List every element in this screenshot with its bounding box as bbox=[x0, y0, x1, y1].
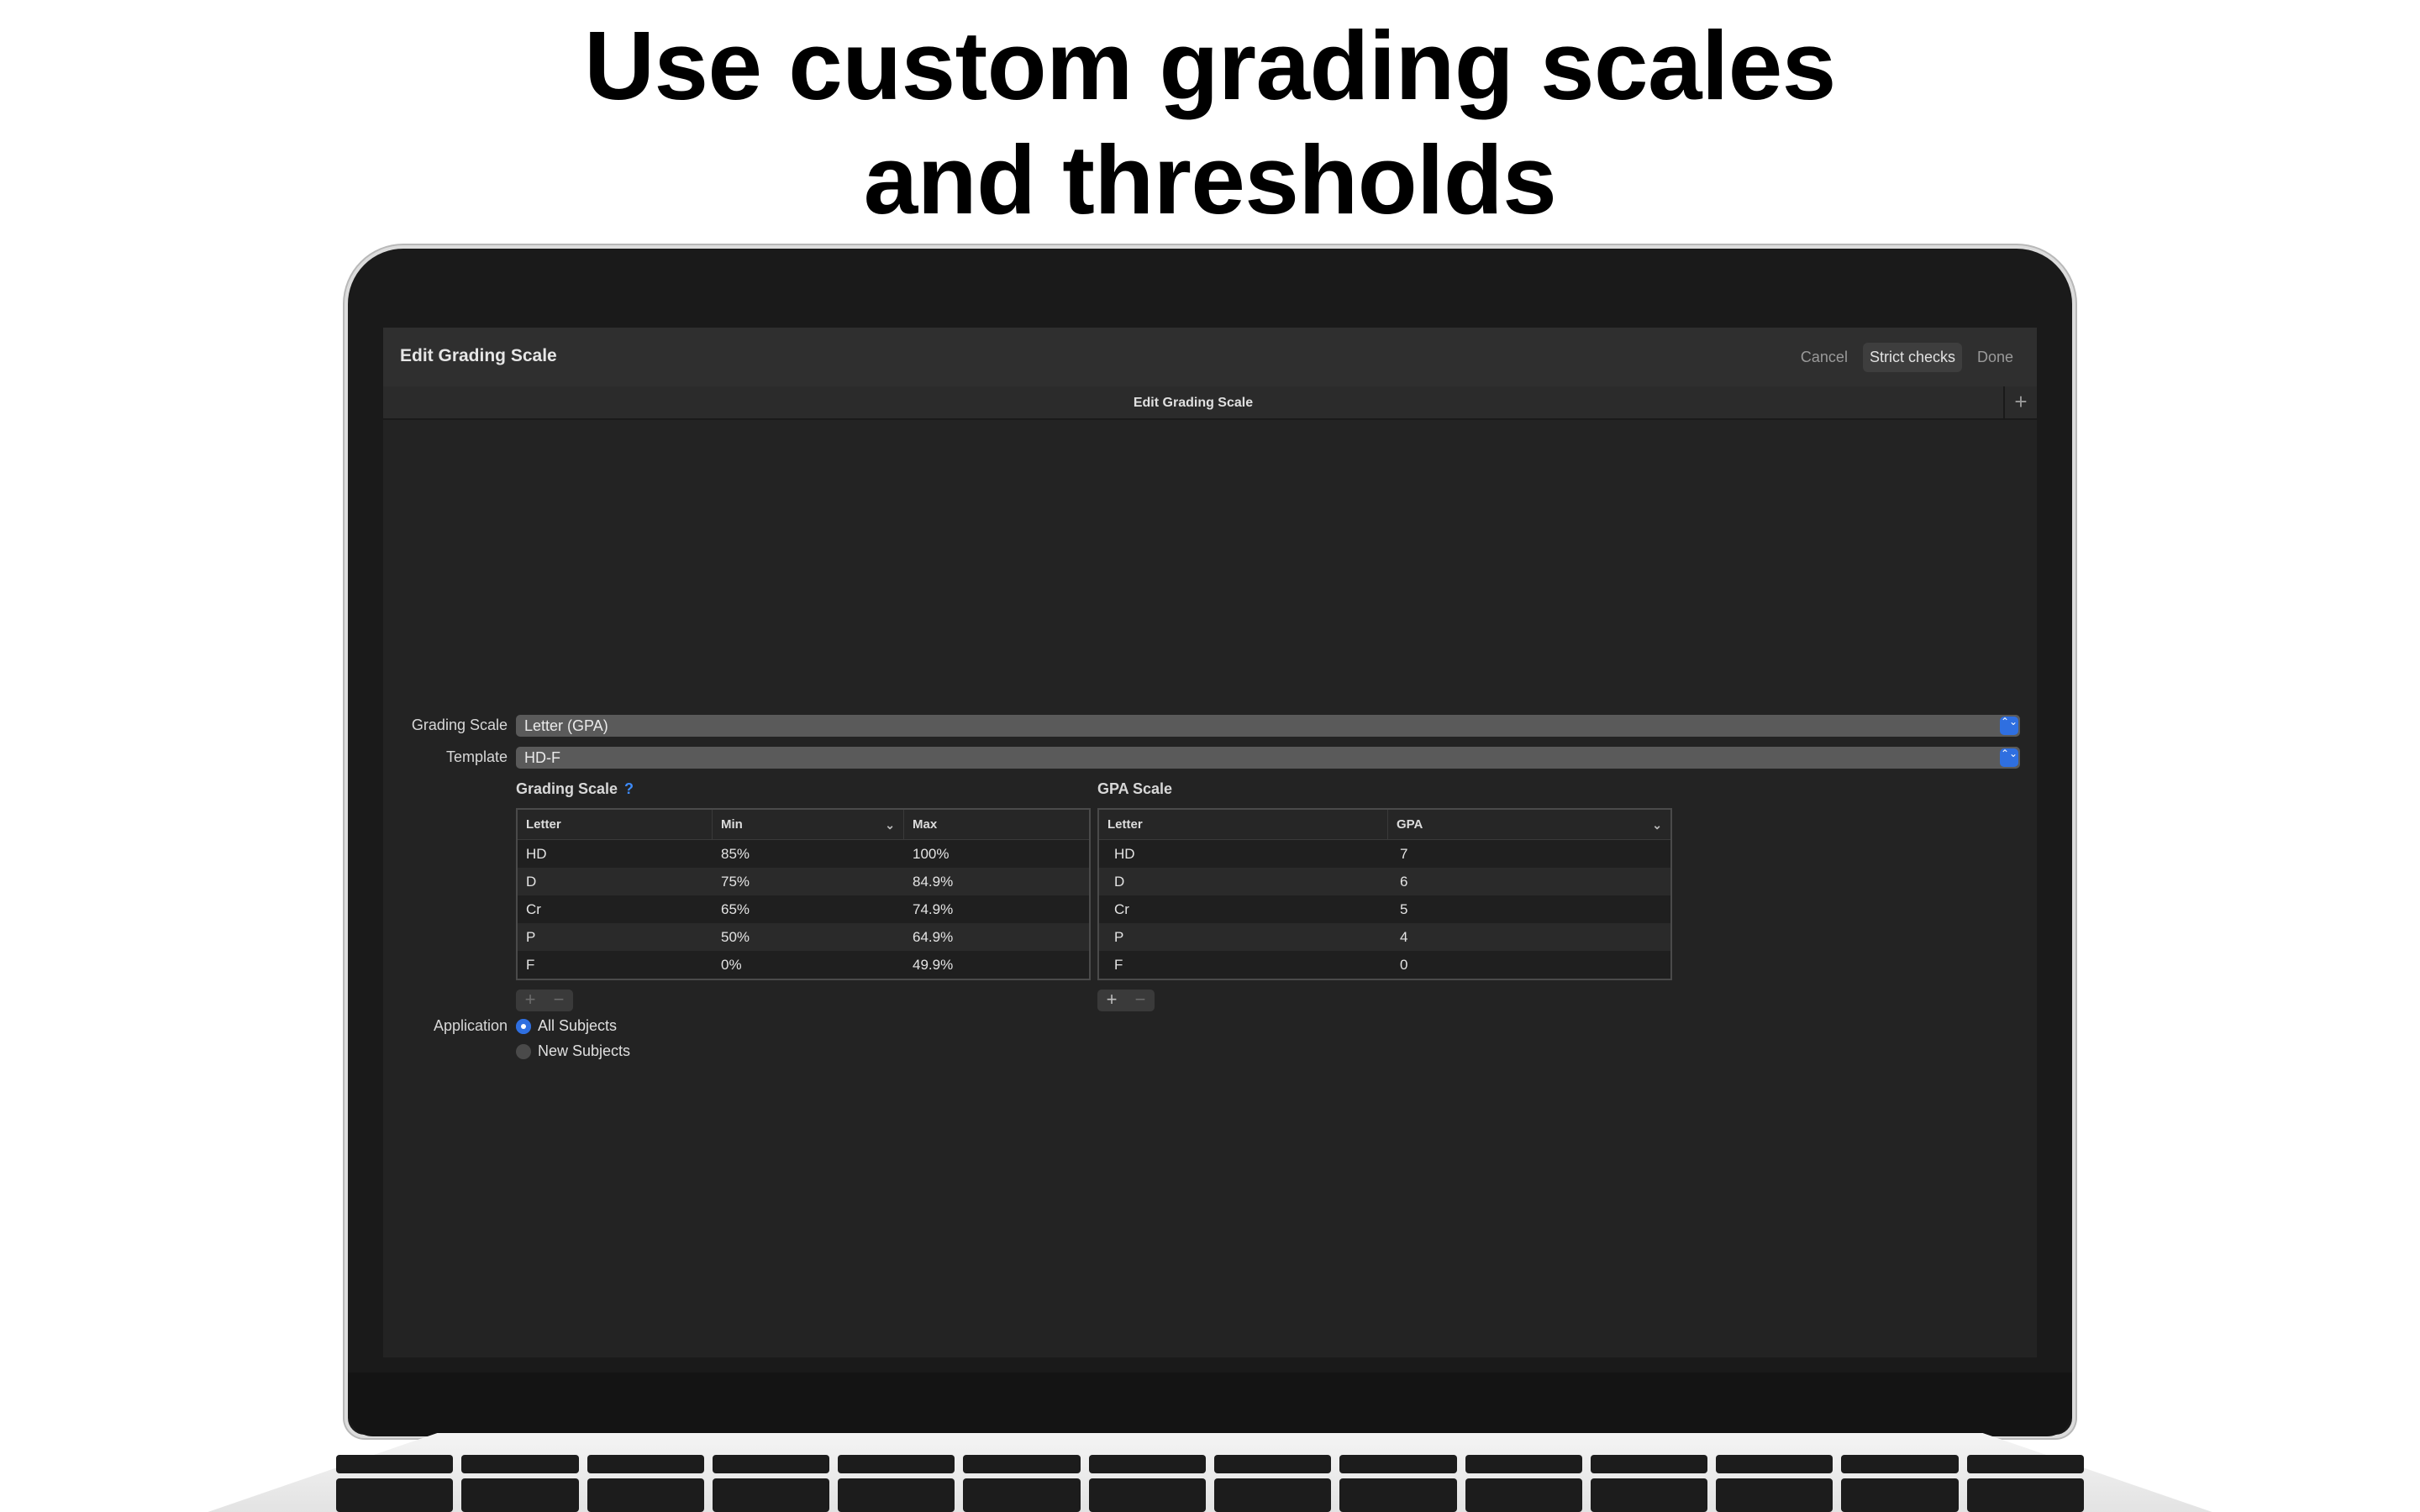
add-row-button[interactable]: + bbox=[516, 990, 544, 1011]
cell-gpa: 4 bbox=[1400, 929, 1408, 945]
cell-letter: F bbox=[526, 957, 535, 973]
table-header: Letter Min ⌄ Max bbox=[518, 810, 1089, 840]
table-row[interactable]: HD 85% 100% bbox=[518, 840, 1089, 868]
done-button[interactable]: Done bbox=[1970, 343, 2020, 372]
cell-min: 65% bbox=[721, 901, 750, 917]
grading-table-title-text: Grading Scale bbox=[516, 780, 618, 797]
tab-bar: Edit Grading Scale + bbox=[383, 386, 2037, 420]
grading-table-title: Grading Scale? bbox=[516, 780, 634, 798]
remove-row-button[interactable]: − bbox=[544, 990, 573, 1011]
cell-gpa: 6 bbox=[1400, 874, 1408, 890]
add-row-button[interactable]: + bbox=[1097, 990, 1126, 1011]
cell-gpa: 7 bbox=[1400, 846, 1408, 862]
headline-line-1: Use custom grading scales bbox=[584, 11, 1836, 120]
table-row[interactable]: P 50% 64.9% bbox=[518, 923, 1089, 951]
headline-line-2: and thresholds bbox=[863, 125, 1557, 234]
app-window: Edit Grading Scale Cancel Strict checks … bbox=[383, 328, 2037, 1357]
gpa-scale-table: Letter GPA ⌄ HD 7 D 6 Cr 5 P 4 F 0 bbox=[1097, 808, 1672, 980]
radio-unselected-icon[interactable] bbox=[516, 1043, 531, 1059]
add-tab-button[interactable]: + bbox=[2003, 386, 2037, 418]
popup-stepper-icon: ⌃⌄ bbox=[2000, 748, 2018, 767]
template-popup[interactable]: HD-F ⌃⌄ bbox=[516, 747, 2020, 769]
radio-all-subjects[interactable]: All Subjects bbox=[516, 1017, 617, 1035]
table-row[interactable]: HD 7 bbox=[1099, 840, 1670, 868]
help-icon[interactable]: ? bbox=[624, 780, 634, 797]
table-row[interactable]: D 6 bbox=[1099, 868, 1670, 895]
table-body: HD 85% 100% D 75% 84.9% Cr 65% 74.9% P 5… bbox=[518, 840, 1089, 979]
window-title: Edit Grading Scale bbox=[400, 346, 557, 365]
title-bar: Edit Grading Scale Cancel Strict checks … bbox=[383, 328, 2037, 386]
cancel-button[interactable]: Cancel bbox=[1794, 343, 1854, 372]
radio-selected-icon[interactable] bbox=[516, 1018, 531, 1034]
column-header-min[interactable]: Min ⌄ bbox=[713, 810, 904, 839]
cell-letter: F bbox=[1114, 957, 1123, 973]
column-header-letter[interactable]: Letter bbox=[1099, 810, 1388, 839]
table-body: HD 7 D 6 Cr 5 P 4 F 0 bbox=[1099, 840, 1670, 979]
column-header-min-label: Min bbox=[721, 817, 743, 832]
cell-min: 0% bbox=[721, 957, 742, 973]
cell-letter: D bbox=[1114, 874, 1125, 890]
chevron-down-icon: ⌄ bbox=[885, 818, 895, 832]
tab-edit-grading-scale[interactable]: Edit Grading Scale bbox=[383, 396, 2003, 411]
template-value: HD-F bbox=[524, 749, 560, 766]
grading-scale-popup[interactable]: Letter (GPA) ⌃⌄ bbox=[516, 715, 2020, 737]
cell-letter: HD bbox=[1114, 846, 1135, 862]
cell-max: 100% bbox=[913, 846, 950, 862]
cell-min: 50% bbox=[721, 929, 750, 945]
radio-label-all-subjects: All Subjects bbox=[538, 1017, 618, 1034]
table-row[interactable]: D 75% 84.9% bbox=[518, 868, 1089, 895]
column-header-gpa[interactable]: GPA ⌄ bbox=[1388, 810, 1670, 839]
radio-new-subjects[interactable]: New Subjects bbox=[516, 1042, 630, 1060]
table-row[interactable]: F 0% 49.9% bbox=[518, 951, 1089, 979]
template-label: Template bbox=[445, 748, 508, 765]
cell-max: 64.9% bbox=[913, 929, 954, 945]
remove-row-button[interactable]: − bbox=[1126, 990, 1155, 1011]
gpa-table-title: GPA Scale bbox=[1097, 780, 1173, 797]
cell-letter: Cr bbox=[526, 901, 541, 917]
table-row[interactable]: Cr 65% 74.9% bbox=[518, 895, 1089, 923]
table-row[interactable]: Cr 5 bbox=[1099, 895, 1670, 923]
grading-scale-label: Grading Scale bbox=[411, 717, 508, 733]
radio-label-new-subjects: New Subjects bbox=[538, 1042, 631, 1059]
column-header-gpa-label: GPA bbox=[1397, 817, 1423, 832]
cell-gpa: 0 bbox=[1400, 957, 1408, 973]
strict-checks-button[interactable]: Strict checks bbox=[1862, 343, 1962, 372]
toolbar-buttons: Cancel Strict checks Done bbox=[1794, 343, 2020, 372]
gpa-add-remove: + − bbox=[1097, 990, 1155, 1011]
grading-add-remove: + − bbox=[516, 990, 573, 1011]
chevron-down-icon: ⌄ bbox=[1652, 818, 1662, 832]
laptop-chin bbox=[348, 1373, 2072, 1436]
column-header-letter[interactable]: Letter bbox=[518, 810, 713, 839]
table-row[interactable]: F 0 bbox=[1099, 951, 1670, 979]
column-header-max[interactable]: Max bbox=[904, 810, 1089, 839]
cell-max: 49.9% bbox=[913, 957, 954, 973]
cell-letter: HD bbox=[526, 846, 547, 862]
grading-scale-table: Letter Min ⌄ Max HD 85% 100% D 75% 84.9%… bbox=[516, 808, 1091, 980]
popup-stepper-icon: ⌃⌄ bbox=[2000, 717, 2018, 735]
table-header: Letter GPA ⌄ bbox=[1099, 810, 1670, 840]
cell-letter: Cr bbox=[1114, 901, 1129, 917]
table-row[interactable]: P 4 bbox=[1099, 923, 1670, 951]
cell-min: 75% bbox=[721, 874, 750, 890]
keyboard bbox=[336, 1455, 2084, 1512]
cell-gpa: 5 bbox=[1400, 901, 1408, 917]
cell-letter: P bbox=[1114, 929, 1124, 945]
cell-letter: D bbox=[526, 874, 537, 890]
cell-max: 84.9% bbox=[913, 874, 954, 890]
headline: Use custom grading scales and thresholds bbox=[0, 8, 2420, 237]
application-label: Application bbox=[433, 1017, 508, 1034]
cell-min: 85% bbox=[721, 846, 750, 862]
grading-scale-value: Letter (GPA) bbox=[524, 717, 608, 734]
cell-max: 74.9% bbox=[913, 901, 954, 917]
cell-letter: P bbox=[526, 929, 536, 945]
